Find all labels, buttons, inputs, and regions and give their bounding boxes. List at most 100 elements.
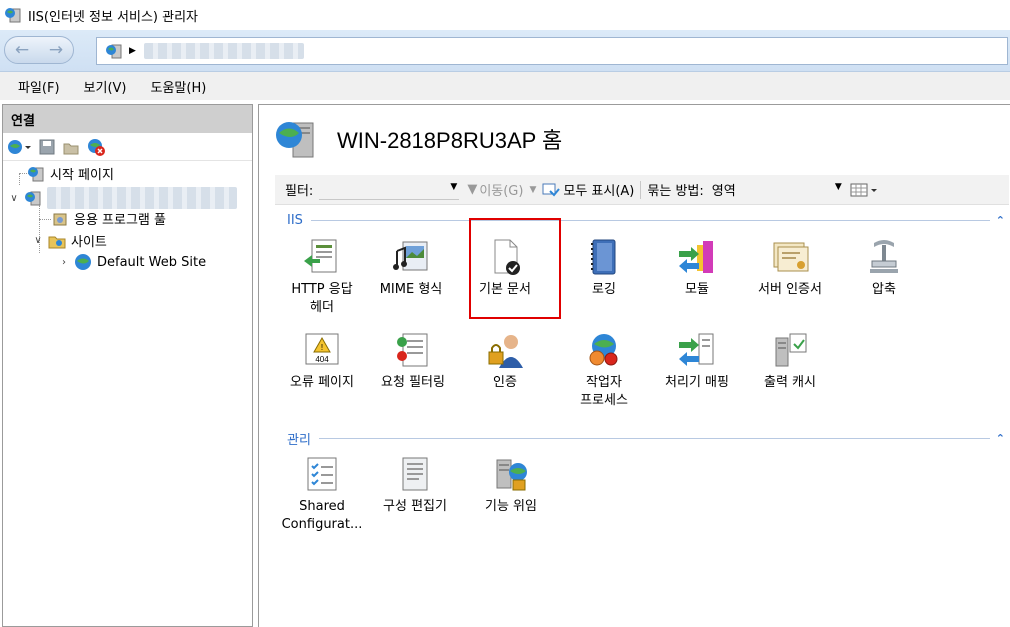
worker-processes-icon [589, 334, 618, 366]
highlight-box [469, 218, 561, 319]
section-iis-title: IIS [287, 212, 303, 228]
nav-buttons: ← → [4, 36, 74, 64]
sites-folder-icon [48, 236, 66, 248]
toolbar-separator [640, 180, 642, 199]
feature-compression[interactable]: 압축 [839, 237, 929, 299]
dropdown-arrow-icon[interactable]: ▼ [529, 185, 536, 195]
server-icon [106, 44, 122, 59]
menu-file[interactable]: 파일(F) [18, 77, 60, 96]
feature-request-filtering[interactable]: 요청 필터링 [368, 330, 458, 392]
feature-delegation[interactable]: 기능 위임 [466, 454, 556, 516]
menu-view[interactable]: 보기(V) [84, 77, 127, 96]
page-header: WIN-2818P8RU3AP 홈 [273, 117, 562, 161]
page-title: WIN-2818P8RU3AP 홈 [337, 128, 563, 153]
start-page-icon [28, 166, 44, 181]
feature-server-certificates[interactable]: 서버 인증서 [745, 237, 835, 299]
feature-label: 인증 [493, 375, 517, 390]
feature-delegation-icon [496, 459, 527, 491]
save-icon[interactable] [38, 138, 56, 156]
handler-mappings-icon [679, 333, 714, 366]
feature-worker-processes[interactable]: 작업자 프로세스 [559, 330, 649, 410]
connect-globe-icon[interactable] [6, 137, 32, 157]
website-globe-icon [75, 254, 91, 270]
home-pane: WIN-2818P8RU3AP 홈 필터: ▼ ▼ 이동(G) ▼ 모두 표시(… [258, 104, 1010, 627]
section-divider [310, 219, 990, 221]
section-iis: IIS ⌃ [287, 211, 1005, 229]
configuration-editor-icon [402, 457, 428, 491]
server-certificates-icon [773, 242, 809, 272]
server-home-icon [276, 122, 314, 158]
section-divider [318, 437, 990, 439]
feature-http-response-headers[interactable]: HTTP 응답 헤더 [277, 237, 367, 317]
window-title: IIS(인터넷 정보 서비스) 관리자 [28, 9, 199, 25]
collapse-section-icon[interactable]: ⌃ [996, 214, 1005, 227]
feature-modules[interactable]: 모듈 [652, 237, 742, 299]
feature-label: Shared Configurat... [281, 499, 363, 532]
error-pages-icon: ! 404 [305, 333, 339, 365]
back-arrow-icon[interactable]: ← [15, 40, 29, 60]
expand-chevron-icon[interactable]: › [59, 257, 69, 268]
iis-app-icon [5, 8, 21, 23]
section-management-title: 관리 [287, 432, 311, 448]
logging-icon [591, 239, 616, 275]
group-by-value: 영역 [711, 184, 736, 199]
http-response-headers-icon [304, 239, 337, 273]
feature-label: 압축 [872, 282, 896, 297]
feature-configuration-editor[interactable]: 구성 편집기 [370, 454, 460, 516]
feature-handler-mappings[interactable]: 처리기 매핑 [652, 330, 742, 392]
connections-pane: 연결 시작 페이지 ∨ 응용 프로그램 풀 ∨ 사이트 › Default We… [2, 104, 253, 627]
dropdown-arrow-icon[interactable]: ▼ [835, 182, 842, 192]
forward-arrow-icon[interactable]: → [49, 40, 63, 60]
feature-shared-configuration[interactable]: Shared Configurat... [277, 454, 367, 534]
section-management: 관리 ⌃ [287, 429, 1005, 448]
address-bar: ← → ▶ [0, 30, 1010, 72]
group-by-select[interactable]: 영역 ▼ [712, 180, 842, 199]
compression-icon [870, 240, 898, 273]
feature-label: MIME 형식 [379, 282, 443, 297]
collapse-chevron-icon[interactable]: ∨ [33, 235, 43, 246]
feature-label: 기능 위임 [485, 499, 537, 514]
up-level-icon[interactable] [62, 138, 80, 156]
authentication-icon [488, 335, 523, 368]
redacted-server-node [47, 187, 237, 209]
menu-help[interactable]: 도움말(H) [151, 77, 207, 96]
view-mode-icon[interactable] [850, 182, 878, 198]
tree-item-app-pools[interactable]: 응용 프로그램 풀 [51, 209, 166, 228]
title-bar: IIS(인터넷 정보 서비스) 관리자 [0, 0, 1010, 30]
disconnect-icon[interactable] [86, 137, 106, 157]
feature-error-pages[interactable]: ! 404 오류 페이지 [277, 330, 367, 392]
tree-item-sites[interactable]: ∨ 사이트 [33, 231, 107, 250]
redacted-server-name [143, 43, 304, 59]
tree-label-start-page: 시작 페이지 [50, 168, 114, 183]
app-pool-icon [53, 213, 67, 225]
feature-label: 작업자 프로세스 [580, 375, 628, 408]
shared-configuration-icon [307, 457, 337, 491]
dropdown-arrow-icon[interactable]: ▼ [450, 182, 457, 192]
feature-label: 요청 필터링 [381, 375, 445, 390]
collapse-chevron-icon[interactable]: ∨ [9, 193, 19, 204]
feature-label: 오류 페이지 [290, 375, 354, 390]
feature-output-caching[interactable]: 출력 캐시 [745, 330, 835, 392]
connections-header: 연결 [3, 105, 252, 133]
menu-bar: 파일(F) 보기(V) 도움말(H) [0, 72, 1010, 100]
feature-label: 서버 인증서 [758, 282, 822, 297]
tree-item-start-page[interactable]: 시작 페이지 [27, 164, 114, 183]
filter-input[interactable]: ▼ [319, 180, 460, 200]
tree-label-app-pools: 응용 프로그램 풀 [74, 213, 166, 228]
go-button[interactable]: 이동(G) [479, 180, 523, 199]
breadcrumb-separator-icon[interactable]: ▶ [129, 46, 136, 56]
tree-item-server[interactable]: ∨ [9, 187, 237, 209]
feature-authentication[interactable]: 인증 [460, 330, 550, 392]
tree-item-default-web-site[interactable]: › Default Web Site [59, 253, 206, 271]
feature-logging[interactable]: 로깅 [559, 237, 649, 299]
feature-label: HTTP 응답 헤더 [291, 282, 353, 315]
feature-label: 모듈 [685, 282, 709, 297]
show-all-button[interactable]: 모두 표시(A) [563, 180, 634, 199]
group-by-label: 묶는 방법: [647, 184, 704, 199]
tree-label-sites: 사이트 [71, 235, 107, 250]
feature-mime-types[interactable]: MIME 형식 [366, 237, 456, 299]
feature-label: 처리기 매핑 [665, 375, 729, 390]
connections-toolbar [3, 133, 252, 161]
collapse-section-icon[interactable]: ⌃ [996, 432, 1005, 445]
breadcrumb[interactable]: ▶ [96, 37, 1008, 65]
